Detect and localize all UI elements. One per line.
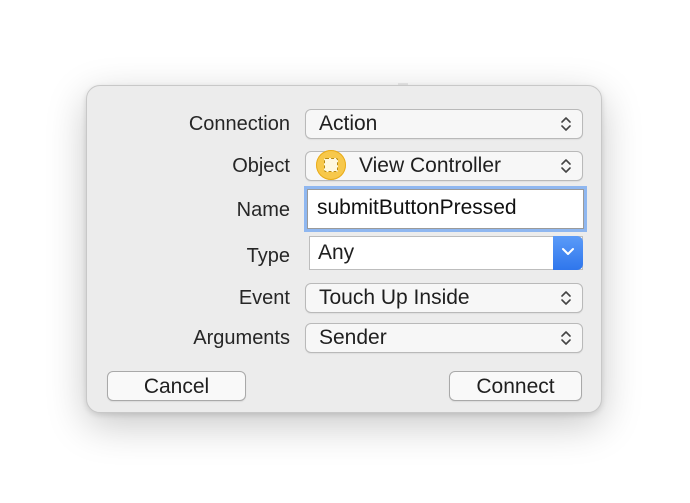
name-label: Name: [236, 199, 290, 221]
type-label: Type: [246, 245, 290, 267]
arguments-popup[interactable]: Sender: [305, 323, 583, 353]
connection-label: Connection: [188, 113, 290, 135]
name-field-container: [307, 189, 584, 229]
object-popup[interactable]: View Controller: [305, 150, 583, 181]
view-controller-icon: [316, 150, 346, 180]
arguments-value: Sender: [319, 326, 387, 349]
arguments-label: Arguments: [193, 327, 290, 349]
object-label: Object: [232, 155, 290, 177]
event-value: Touch Up Inside: [319, 286, 470, 309]
type-dropdown-button[interactable]: [553, 236, 583, 270]
up-down-chevron-icon: [561, 331, 571, 345]
up-down-chevron-icon: [561, 159, 571, 173]
chevron-down-icon: [562, 248, 574, 255]
up-down-chevron-icon: [561, 117, 571, 131]
object-value: View Controller: [359, 154, 502, 177]
connection-value: Action: [319, 112, 378, 135]
type-combo-box[interactable]: Any: [309, 236, 583, 270]
connection-popup[interactable]: Action: [305, 109, 583, 139]
cancel-button[interactable]: Cancel: [107, 371, 246, 401]
event-popup[interactable]: Touch Up Inside: [305, 283, 583, 313]
name-field[interactable]: [317, 194, 572, 222]
connect-button[interactable]: Connect: [449, 371, 582, 401]
up-down-chevron-icon: [561, 291, 571, 305]
type-value: Any: [318, 241, 355, 264]
event-label: Event: [238, 287, 290, 309]
